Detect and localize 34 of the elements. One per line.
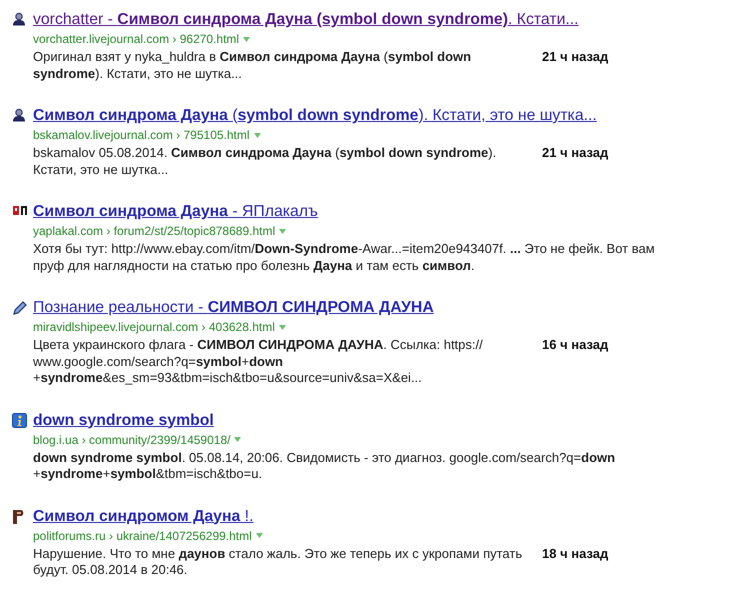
info-icon: [12, 412, 27, 428]
result-snippet: Оригинал взят у nyka_huldra в Символ синдрома Дауна (symbol down syndrome). Кстати, это не шутка...: [33, 49, 472, 82]
dropdown-triangle-icon[interactable]: [278, 324, 286, 330]
result-url: politforums.ru › ukraine/1407256299.html: [33, 528, 252, 544]
result-url: yaplakal.com › forum2/st/25/topic878689.html: [33, 223, 276, 239]
result-title-link[interactable]: Символ синдрома Дауна (symbol down syndrome). Кстати, это не шутка...: [33, 106, 608, 125]
result-snippet: bskamalov 05.08.2014. Символ синдрома Дауна (symbol down syndrome). Кстати, это не шутка...: [33, 145, 498, 178]
result-url: miravidlshipeev.livejournal.com › 403628.html: [33, 319, 275, 335]
result-url: bskamalov.livejournal.com › 795105.html: [33, 127, 250, 143]
result-url: vorchatter.livejournal.com › 96270.html: [33, 31, 240, 47]
result-time: 16 ч назад: [542, 337, 608, 354]
result-snippet: Хотя бы тут: http://www.ebay.com/itm/Down-Syndrome-Awar...=item20e943407f. ... Это не фейк. Вот вам пруф для наглядности на статью про болезнь Дауна и там есть символ.: [33, 241, 656, 274]
logo-icon: [12, 204, 28, 216]
result-title-link[interactable]: Познание реальности - СИМВОЛ СИНДРОМА ДАУНА: [33, 298, 608, 317]
result-snippet: Цвета украинского флага - СИМВОЛ СИНДРОМА ДАУНА. Ссылка: https:// www.google.com/search?q=symbol+down +syndrome&es_sm=93&tbm=isch&tbo=u&source=univ&sa=X&ei...: [33, 337, 484, 386]
person-icon: [12, 108, 26, 122]
pencil-icon: [12, 300, 28, 316]
person-icon: [12, 12, 26, 26]
result-time: 18 ч назад: [542, 546, 608, 562]
result-time: 21 ч назад: [542, 49, 608, 66]
result-snippet: down syndrome symbol. 05.08.14, 20:06. Свидомисть - это диагноз. google.com/search?q=down +syndrome+symbol&tbm=isch&tbo=u.: [33, 450, 616, 482]
result-title-link[interactable]: Символ синдрома Дауна - ЯПлакалъ: [33, 202, 663, 221]
result-title-link[interactable]: vorchatter - Символ синдрома Дауна (symbol down syndrome). Кстати...: [33, 10, 608, 29]
result-snippet: Нарушение. Что то мне даунов стало жаль. Это же теперь их с укропами путать будут. 05.08.2014 в 20:46.: [33, 546, 524, 578]
dropdown-triangle-icon[interactable]: [243, 36, 250, 42]
result-title-link[interactable]: down syndrome symbol: [33, 410, 663, 430]
result-url: blog.i.ua › community/2399/1459018/: [33, 432, 230, 448]
dropdown-triangle-icon[interactable]: [279, 228, 286, 234]
logo-icon: [12, 508, 24, 524]
dropdown-triangle-icon[interactable]: [234, 437, 242, 442]
dropdown-triangle-icon[interactable]: [256, 533, 263, 538]
result-title-link[interactable]: Символ синдромом Дауна !.: [33, 506, 608, 526]
result-time: 21 ч назад: [542, 145, 608, 162]
dropdown-triangle-icon[interactable]: [254, 132, 261, 138]
